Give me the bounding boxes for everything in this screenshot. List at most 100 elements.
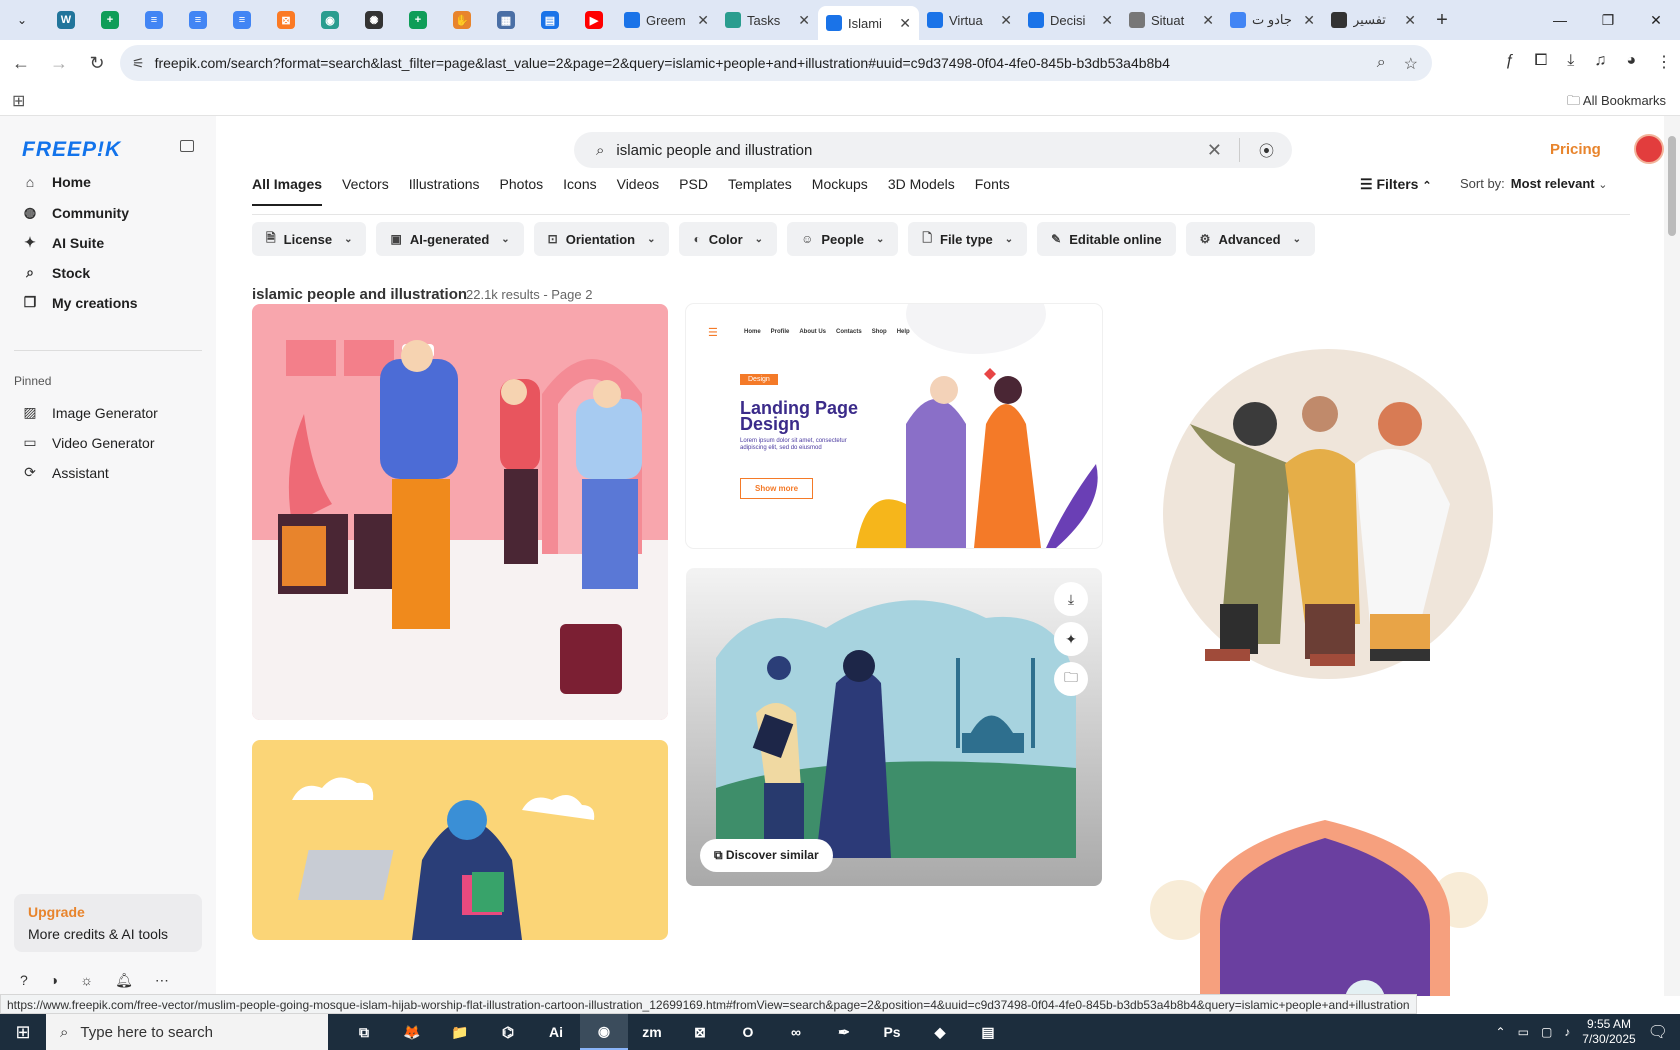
browser-tab[interactable]: ✺ xyxy=(352,0,396,40)
discord-icon[interactable]: ◑ xyxy=(50,972,58,989)
result-card-group[interactable] xyxy=(1120,304,1536,720)
windows-start-icon[interactable]: ⊞ xyxy=(0,1022,46,1043)
browser-tab[interactable]: ⊠ xyxy=(264,0,308,40)
tray-volume-icon[interactable]: ♪ xyxy=(1564,1025,1570,1039)
outlook-icon[interactable]: O xyxy=(724,1014,772,1050)
notifications-bell-icon[interactable]: 🔔︎ xyxy=(115,972,133,989)
sort-dropdown[interactable]: Sort by: Most relevant ⌄ xyxy=(1460,176,1607,191)
minimize-button[interactable]: — xyxy=(1536,0,1584,40)
tab-psd[interactable]: PSD xyxy=(679,176,708,206)
filter-ai-generated[interactable]: ▣ AI-generated ⌄ xyxy=(376,222,524,256)
filter-license[interactable]: 🗎 License ⌄ xyxy=(252,222,367,256)
theme-sun-icon[interactable]: ☼ xyxy=(80,972,93,989)
filter-orientation[interactable]: ⊡ Orientation ⌄ xyxy=(533,222,670,256)
sidebar-item-stock[interactable]: ⌕ Stock xyxy=(22,264,90,281)
new-tab-button[interactable]: + xyxy=(1424,9,1460,32)
creative-cloud-icon[interactable]: ∞ xyxy=(772,1014,820,1050)
photoshop-icon[interactable]: Ps xyxy=(868,1014,916,1050)
clear-search-icon[interactable]: ✕ xyxy=(1207,140,1222,161)
profile-avatar-icon[interactable]: ◕ xyxy=(1626,52,1636,72)
save-to-folder-icon[interactable]: 🗀 xyxy=(1054,662,1088,696)
browser-tab[interactable]: ✋ xyxy=(440,0,484,40)
ai-edit-sparkle-icon[interactable]: ✦ xyxy=(1054,622,1088,656)
sidebar-pinned-assistant[interactable]: ⟳ Assistant xyxy=(22,464,109,481)
browser-tab[interactable]: ≡ xyxy=(220,0,264,40)
forward-button[interactable]: → xyxy=(42,53,76,74)
taskbar-clock[interactable]: 9:55 AM 7/30/2025 xyxy=(1582,1017,1635,1047)
browser-tab[interactable]: ≡ xyxy=(176,0,220,40)
extensions-puzzle-icon[interactable]: ⧠ xyxy=(1534,52,1547,72)
xampp-icon[interactable]: ⊠ xyxy=(676,1014,724,1050)
all-bookmarks-button[interactable]: 🗀 All Bookmarks xyxy=(1567,92,1666,114)
media-control-icon[interactable]: ♫ xyxy=(1594,52,1606,72)
vscode-icon[interactable]: ⌬ xyxy=(484,1014,532,1050)
bookmark-star-icon[interactable]: ☆ xyxy=(1404,54,1418,74)
inkscape-icon[interactable]: ✒ xyxy=(820,1014,868,1050)
help-icon[interactable]: ? xyxy=(20,972,28,989)
tab-mockups[interactable]: Mockups xyxy=(812,176,868,206)
tab-fonts[interactable]: Fonts xyxy=(975,176,1010,206)
discover-similar-button[interactable]: ⧉ Discover similar xyxy=(700,839,833,872)
close-tab-icon[interactable]: ✕ xyxy=(1303,12,1315,29)
zoom-icon[interactable]: ⌕ xyxy=(1377,54,1386,74)
filters-button[interactable]: ☰ Filters ⌃ xyxy=(1360,176,1432,193)
user-avatar[interactable] xyxy=(1634,134,1664,164)
firefox-icon[interactable]: 🦊 xyxy=(388,1014,436,1050)
tab-all-images[interactable]: All Images xyxy=(252,176,323,206)
tab-templates[interactable]: Templates xyxy=(728,176,792,206)
close-tab-icon[interactable]: ✕ xyxy=(899,15,911,32)
address-bar[interactable]: ⚟ freepik.com/search?format=search&last_… xyxy=(120,45,1432,81)
close-tab-icon[interactable]: ✕ xyxy=(1202,12,1214,29)
browser-tab[interactable]: Tasks ✕ xyxy=(717,0,818,40)
reload-button[interactable]: ↻ xyxy=(80,53,114,74)
chrome-icon[interactable]: ◉ xyxy=(580,1014,628,1050)
close-tab-icon[interactable]: ✕ xyxy=(1000,12,1012,29)
notepad-icon[interactable]: ▤ xyxy=(964,1014,1012,1050)
zoom-icon[interactable]: zm xyxy=(628,1014,676,1050)
result-card-mosque-walk[interactable]: ⤓ ✦ 🗀 ⧉ Discover similar xyxy=(686,568,1102,886)
browser-tab[interactable]: ◉ xyxy=(308,0,352,40)
explorer-icon[interactable]: 📁 xyxy=(436,1014,484,1050)
browser-tab[interactable]: Virtua ✕ xyxy=(919,0,1020,40)
close-tab-icon[interactable]: ✕ xyxy=(1101,12,1113,29)
browser-tab[interactable]: Greem ✕ xyxy=(616,0,717,40)
tray-display-icon[interactable]: ▢ xyxy=(1541,1025,1552,1039)
tab-photos[interactable]: Photos xyxy=(500,176,544,206)
browser-tab[interactable]: ▦ xyxy=(484,0,528,40)
back-button[interactable]: ← xyxy=(4,53,38,74)
camera-search-icon[interactable]: ⦿ xyxy=(1259,140,1274,161)
search-input[interactable]: islamic people and illustration xyxy=(616,142,812,159)
browser-tab[interactable]: ▤ xyxy=(528,0,572,40)
notifications-icon[interactable]: 🗨︎ xyxy=(1648,1022,1668,1042)
page-scrollbar[interactable] xyxy=(1664,116,1680,996)
filter-file-type[interactable]: 🗋 File type ⌄ xyxy=(908,222,1028,256)
tab-videos[interactable]: Videos xyxy=(617,176,660,206)
filter-people[interactable]: ☺ People ⌄ xyxy=(787,222,899,256)
search-bar[interactable]: ⌕ islamic people and illustration ✕ ⦿ xyxy=(574,132,1292,168)
url-text[interactable]: freepik.com/search?format=search&last_fi… xyxy=(155,55,1170,71)
filter-advanced[interactable]: ⚙ Advanced ⌄ xyxy=(1185,222,1315,256)
sidebar-item-my-creations[interactable]: ❐ My creations xyxy=(22,294,138,311)
tray-network-icon[interactable]: ▭ xyxy=(1518,1025,1529,1039)
more-options-icon[interactable]: ⋯ xyxy=(155,972,169,989)
upgrade-card[interactable]: Upgrade More credits & AI tools xyxy=(14,894,202,952)
filter-color[interactable]: ◐ Color ⌄ xyxy=(679,222,778,256)
tray-chevron-icon[interactable]: ⌃ xyxy=(1496,1025,1506,1039)
maximize-button[interactable]: ❐ xyxy=(1584,0,1632,40)
tab-search-button[interactable]: ⌄ xyxy=(0,0,44,40)
close-tab-icon[interactable]: ✕ xyxy=(697,12,709,29)
result-card-laptop[interactable] xyxy=(252,740,668,940)
browser-tab[interactable]: تفسير ✕ xyxy=(1323,0,1424,40)
tab-illustrations[interactable]: Illustrations xyxy=(409,176,480,206)
close-tab-icon[interactable]: ✕ xyxy=(1404,12,1416,29)
filter-editable-online[interactable]: ✎ Editable online xyxy=(1037,222,1176,256)
extension-f-icon[interactable]: ƒ xyxy=(1506,52,1515,72)
browser-tab[interactable]: W xyxy=(44,0,88,40)
sidebar-pinned-image-generator[interactable]: ▨ Image Generator xyxy=(22,404,157,421)
result-card-landing-page[interactable]: ☰ HomeProfileAbout UsContactsShopHelpNew… xyxy=(686,304,1102,548)
apps-grid-icon[interactable]: ⊞ xyxy=(12,91,25,111)
tab-icons[interactable]: Icons xyxy=(563,176,596,206)
result-card-arch[interactable] xyxy=(1120,810,1536,996)
browser-tab[interactable]: ▶ xyxy=(572,0,616,40)
site-info-icon[interactable]: ⚟ xyxy=(132,55,145,72)
